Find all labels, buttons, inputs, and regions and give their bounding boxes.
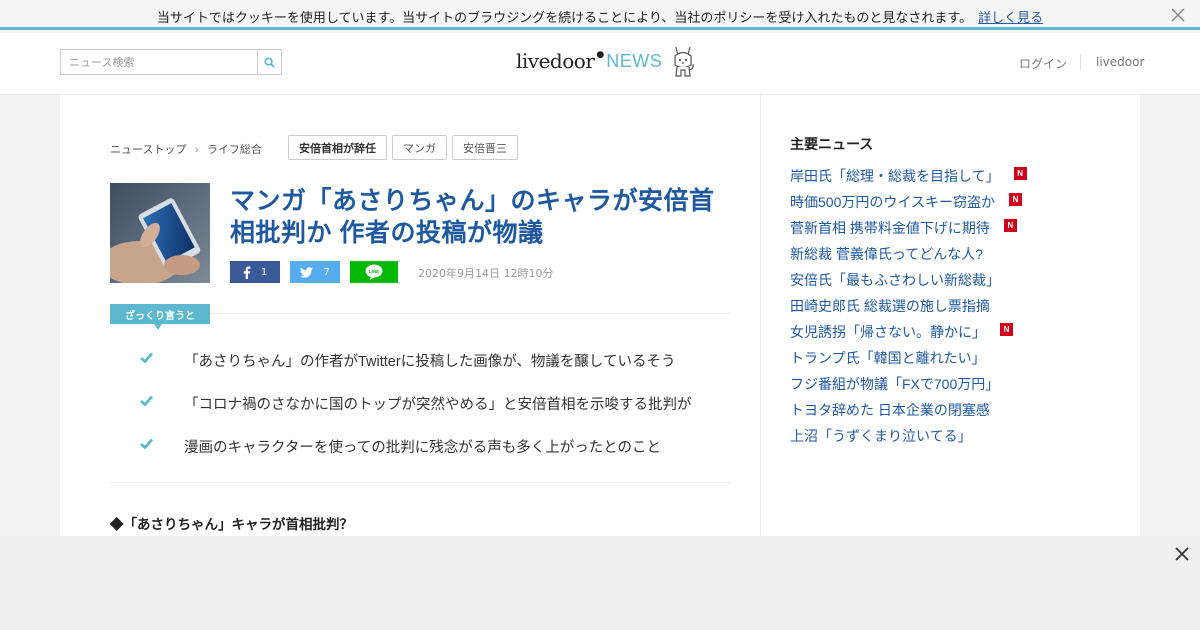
livedoor-news-logo[interactable]: livedoor ● NEWS: [516, 41, 696, 81]
breadcrumb: ニューストップ › ライフ総合: [110, 141, 262, 157]
breadcrumb-item-top[interactable]: ニューストップ: [110, 141, 186, 157]
twitter-icon: [300, 266, 314, 278]
news-item[interactable]: 時価500万円のウイスキー窃盗か N: [790, 189, 1027, 215]
cookie-message: 当サイトではクッキーを使用しています。当サイトのブラウジングを続けることにより、…: [156, 11, 973, 26]
ad-close-icon[interactable]: [1174, 546, 1190, 562]
tag-manga[interactable]: マンガ: [392, 135, 447, 160]
search-icon: [264, 56, 275, 68]
facebook-share-button[interactable]: 1: [230, 261, 280, 283]
publish-date: 2020年9月14日 12時10分: [418, 267, 554, 280]
twitter-share-button[interactable]: 7: [290, 261, 340, 283]
column-divider: [760, 95, 761, 536]
new-badge: N: [1013, 166, 1027, 180]
chevron-right-icon: ›: [194, 142, 199, 156]
summary-bottom-divider: [110, 482, 730, 483]
livedoor-link[interactable]: livedoor: [1096, 55, 1144, 69]
dog-mascot-icon: [674, 46, 694, 77]
breadcrumb-item-life[interactable]: ライフ総合: [207, 141, 262, 157]
article-thumbnail: [110, 183, 210, 283]
logo-news-text: NEWS: [606, 50, 663, 71]
checkmark-icon: [140, 436, 184, 453]
cookie-details-link[interactable]: 詳しく見る: [978, 11, 1043, 26]
new-badge: N: [1003, 218, 1017, 232]
summary-divider: [210, 313, 730, 314]
news-item[interactable]: 新総裁 菅義偉氏ってどんな人?: [790, 241, 1027, 267]
new-badge: N: [1008, 192, 1022, 206]
login-link[interactable]: ログイン: [1019, 55, 1067, 72]
topic-tags: 安倍首相が辞任 マンガ 安倍晋三: [288, 135, 518, 160]
line-icon: LINE: [365, 264, 383, 280]
header-divider: [1080, 55, 1081, 69]
facebook-share-count: 1: [260, 266, 268, 278]
news-item[interactable]: 上沼「うずくまり泣いてる」: [790, 423, 1027, 449]
new-badge: N: [1000, 322, 1013, 336]
article-subheading: ◆「あさりちゃん」キャラが首相批判？: [110, 517, 353, 532]
share-buttons: 1 7 LINE: [230, 261, 398, 283]
summary-point: 「あさりちゃん」の作者がTwitterに投稿した画像が、物議を醸しているそう: [140, 350, 730, 393]
cookie-close-icon[interactable]: [1170, 7, 1186, 23]
main-content: ニューストップ › ライフ総合 安倍首相が辞任 マンガ 安倍晋三 マンガ「あさり…: [60, 95, 1140, 536]
summary-point: 漫画のキャラクターを使っての批判に残念がる声も多く上がったとのこと: [140, 436, 730, 479]
cookie-banner: 当サイトではクッキーを使用しています。当サイトのブラウジングを続けることにより、…: [0, 0, 1200, 30]
news-item[interactable]: 田崎史郎氏 総裁選の施し票指摘: [790, 293, 1027, 319]
tag-abe-shinzo[interactable]: 安倍晋三: [452, 135, 518, 160]
news-item[interactable]: 安倍氏「最もふさわしい新総裁」: [790, 267, 1027, 293]
news-item[interactable]: トランプ氏「韓国と離れたい」: [790, 345, 1027, 371]
summary-points: 「あさりちゃん」の作者がTwitterに投稿した画像が、物議を醸しているそう 「…: [140, 350, 730, 479]
top-news-list: 岸田氏「総理・総裁を目指して」 N 時価500万円のウイスキー窃盗か N 菅新首相 …: [790, 163, 1027, 449]
article-title: マンガ「あさりちゃん」のキャラが安倍首相批判か 作者の投稿が物議: [230, 187, 715, 247]
sidebar-title: 主要ニュース: [790, 136, 874, 152]
facebook-icon: [243, 266, 251, 279]
search-button[interactable]: [257, 50, 281, 74]
logo-livedoor-text: livedoor: [516, 49, 595, 73]
site-header: livedoor ● NEWS ログイン livedoor: [0, 33, 1200, 95]
summary-point-text: 漫画のキャラクターを使っての批判に残念がる声も多く上がったとのこと: [184, 440, 662, 456]
news-item[interactable]: 女児誘拐「帰さない。静かに」 N: [790, 319, 1027, 345]
line-share-button[interactable]: LINE: [350, 261, 398, 283]
tag-abe-resign[interactable]: 安倍首相が辞任: [288, 135, 387, 160]
summary-point: 「コロナ禍のさなかに国のトップが突然やめる」と安倍首相を示唆する批判が: [140, 393, 730, 436]
checkmark-icon: [140, 350, 184, 367]
logo-dot: ●: [596, 50, 605, 60]
summary-point-text: 「コロナ禍のさなかに国のトップが突然やめる」と安倍首相を示唆する批判が: [184, 397, 692, 413]
ad-overlay: [0, 536, 1200, 630]
search-input[interactable]: [61, 50, 257, 74]
twitter-share-count: 7: [323, 266, 330, 278]
news-item[interactable]: 岸田氏「総理・総裁を目指して」 N: [790, 163, 1027, 189]
news-item[interactable]: 菅新首相 携帯料金値下げに期待 N: [790, 215, 1027, 241]
news-item[interactable]: トヨタ辞めた 日本企業の閉塞感: [790, 397, 1027, 423]
summary-point-text: 「あさりちゃん」の作者がTwitterに投稿した画像が、物議を醸しているそう: [184, 354, 676, 370]
news-search: [60, 49, 282, 75]
checkmark-icon: [140, 393, 184, 410]
news-item[interactable]: フジ番組が物議「FXで700万円」: [790, 371, 1027, 397]
svg-text:LINE: LINE: [369, 269, 379, 274]
summary-label: ざっくり言うと: [110, 304, 210, 330]
